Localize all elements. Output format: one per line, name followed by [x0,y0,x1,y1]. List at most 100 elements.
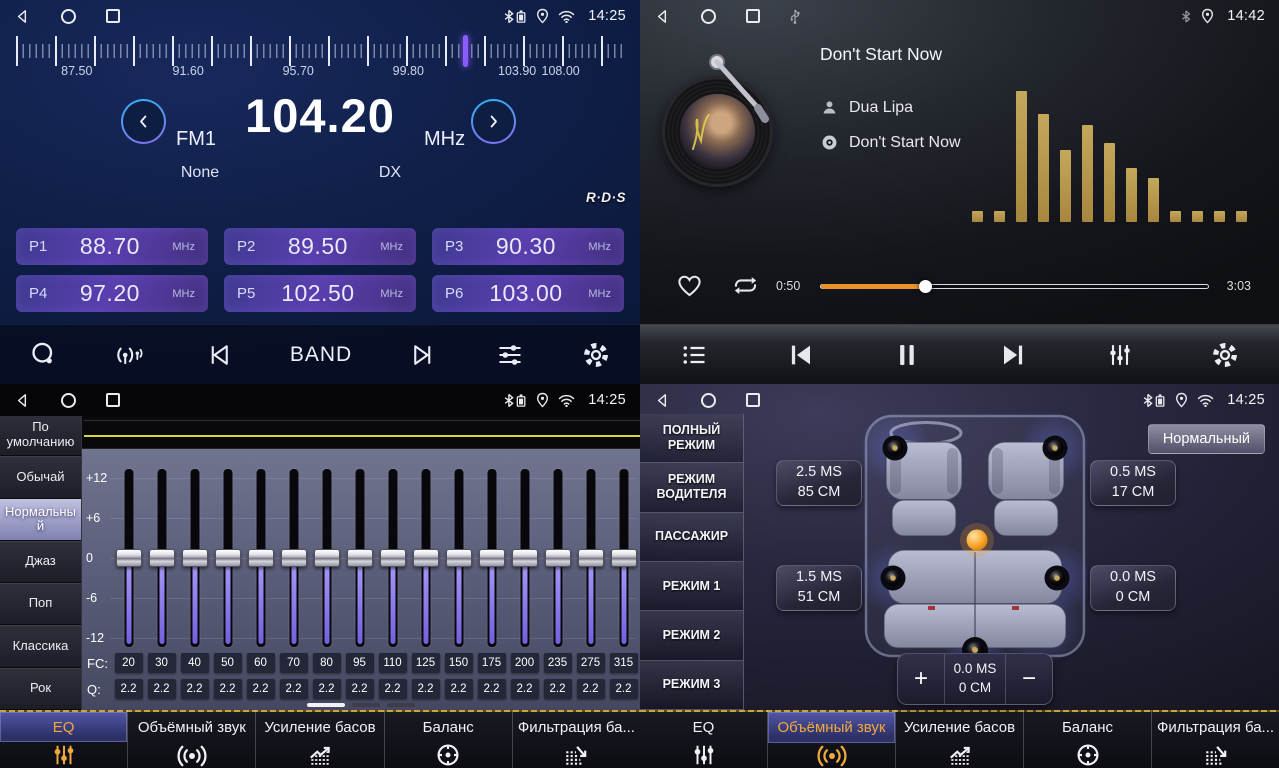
delay-rear-left[interactable]: 1.5 MS 51 CM [776,565,862,611]
eq-slider-thumb[interactable] [578,549,604,567]
delay-front-left[interactable]: 2.5 MS 85 CM [776,460,862,506]
eq-slider-thumb[interactable] [545,549,571,567]
tab-bass-boost[interactable]: Усиление басов [895,710,1023,768]
q-value[interactable]: 2.2 [610,679,638,699]
eq-band-slider[interactable] [112,469,145,647]
tuning-scale[interactable] [16,36,624,66]
surround-mode-item[interactable]: РЕЖИМ 1 [640,562,743,611]
q-value[interactable]: 2.2 [511,679,539,699]
tab-bass-boost[interactable]: Усиление басов [255,710,383,768]
eq-band-slider[interactable] [178,469,211,647]
eq-band-slider[interactable] [508,469,541,647]
q-value[interactable]: 2.2 [115,679,143,699]
next-track-icon[interactable] [410,341,438,369]
delay-increase-button[interactable]: + [898,654,944,704]
sliders-icon[interactable] [496,341,524,369]
car-listening-position-map[interactable] [862,412,1088,660]
tab-balance[interactable]: Баланс [1023,710,1151,768]
profile-button[interactable]: Нормальный [1148,424,1265,454]
home-icon[interactable] [701,393,716,408]
progress-thumb[interactable] [919,280,932,293]
tab-eq[interactable]: EQ [0,710,127,768]
eq-slider-thumb[interactable] [611,549,637,567]
q-value[interactable]: 2.2 [577,679,605,699]
q-value[interactable]: 2.2 [478,679,506,699]
fc-value[interactable]: 40 [181,653,209,673]
fc-value[interactable]: 30 [148,653,176,673]
fc-value[interactable]: 50 [214,653,242,673]
delay-front-right[interactable]: 0.5 MS 17 CM [1090,460,1176,506]
q-value[interactable]: 2.2 [346,679,374,699]
scan-icon[interactable] [30,341,58,369]
q-value[interactable]: 2.2 [313,679,341,699]
home-icon[interactable] [701,9,716,24]
settings-gear-icon[interactable] [1211,341,1239,369]
band-button[interactable]: BAND [290,343,352,367]
pause-icon[interactable] [892,340,922,370]
tab-filter[interactable]: Фильтрация ба... [1151,710,1279,768]
eq-preset-item[interactable]: По умолчанию [0,414,81,456]
recents-icon[interactable] [106,9,120,23]
tab-surround[interactable]: Объёмный звук [767,710,895,768]
seek-down-button[interactable] [121,99,166,144]
fc-value[interactable]: 150 [445,653,473,673]
fc-value[interactable]: 95 [346,653,374,673]
home-icon[interactable] [61,9,76,24]
surround-mode-item[interactable]: РЕЖИМ ВОДИТЕЛЯ [640,463,743,512]
eq-band-slider[interactable] [541,469,574,647]
eq-preset-item[interactable]: Классика [0,625,81,667]
q-value[interactable]: 2.2 [544,679,572,699]
eq-band-slider[interactable] [376,469,409,647]
eq-band-slider[interactable] [475,469,508,647]
playlist-icon[interactable] [680,341,708,369]
preset-p6[interactable]: P6103.00MHz [432,275,624,312]
eq-preset-item[interactable]: Обычай [0,456,81,498]
eq-slider-thumb[interactable] [248,549,274,567]
eq-slider-thumb[interactable] [149,549,175,567]
eq-slider-thumb[interactable] [281,549,307,567]
eq-preset-item[interactable]: Нормальный [0,499,81,541]
fc-value[interactable]: 60 [247,653,275,673]
q-value[interactable]: 2.2 [379,679,407,699]
surround-mode-item[interactable]: РЕЖИМ 3 [640,661,743,710]
preset-p2[interactable]: P289.50MHz [224,228,416,265]
prev-track-icon[interactable] [785,340,815,370]
surround-mode-item[interactable]: РЕЖИМ 2 [640,611,743,660]
prev-track-icon[interactable] [204,341,232,369]
eq-slider-thumb[interactable] [314,549,340,567]
fc-value[interactable]: 315 [610,653,638,673]
surround-mode-item[interactable]: ПАССАЖИР [640,513,743,562]
settings-gear-icon[interactable] [582,341,610,369]
eq-slider-thumb[interactable] [512,549,538,567]
back-icon[interactable] [14,8,31,25]
preset-p3[interactable]: P390.30MHz [432,228,624,265]
surround-mode-item[interactable]: ПОЛНЫЙ РЕЖИМ [640,414,743,463]
eq-slider-thumb[interactable] [215,549,241,567]
q-value[interactable]: 2.2 [445,679,473,699]
eq-band-slider[interactable] [244,469,277,647]
next-track-icon[interactable] [999,340,1029,370]
eq-slider-thumb[interactable] [347,549,373,567]
back-icon[interactable] [654,8,671,25]
eq-slider-thumb[interactable] [380,549,406,567]
eq-slider-thumb[interactable] [413,549,439,567]
tab-filter[interactable]: Фильтрация ба... [512,710,640,768]
progress-track[interactable] [820,284,1209,289]
q-value[interactable]: 2.2 [148,679,176,699]
eq-band-slider[interactable] [409,469,442,647]
preset-p5[interactable]: P5102.50MHz [224,275,416,312]
fc-value[interactable]: 125 [412,653,440,673]
delay-decrease-button[interactable]: − [1006,654,1052,704]
tab-eq[interactable]: EQ [640,710,767,768]
eq-sliders-icon[interactable] [1106,341,1134,369]
eq-slider-thumb[interactable] [479,549,505,567]
eq-band-slider[interactable] [607,469,640,647]
fc-value[interactable]: 110 [379,653,407,673]
delay-rear-right[interactable]: 0.0 MS 0 CM [1090,565,1176,611]
eq-band-slider[interactable] [442,469,475,647]
repeat-icon[interactable] [732,272,759,299]
eq-band-slider[interactable] [145,469,178,647]
tab-balance[interactable]: Баланс [384,710,512,768]
back-icon[interactable] [14,392,31,409]
broadcast-icon[interactable] [116,341,146,369]
